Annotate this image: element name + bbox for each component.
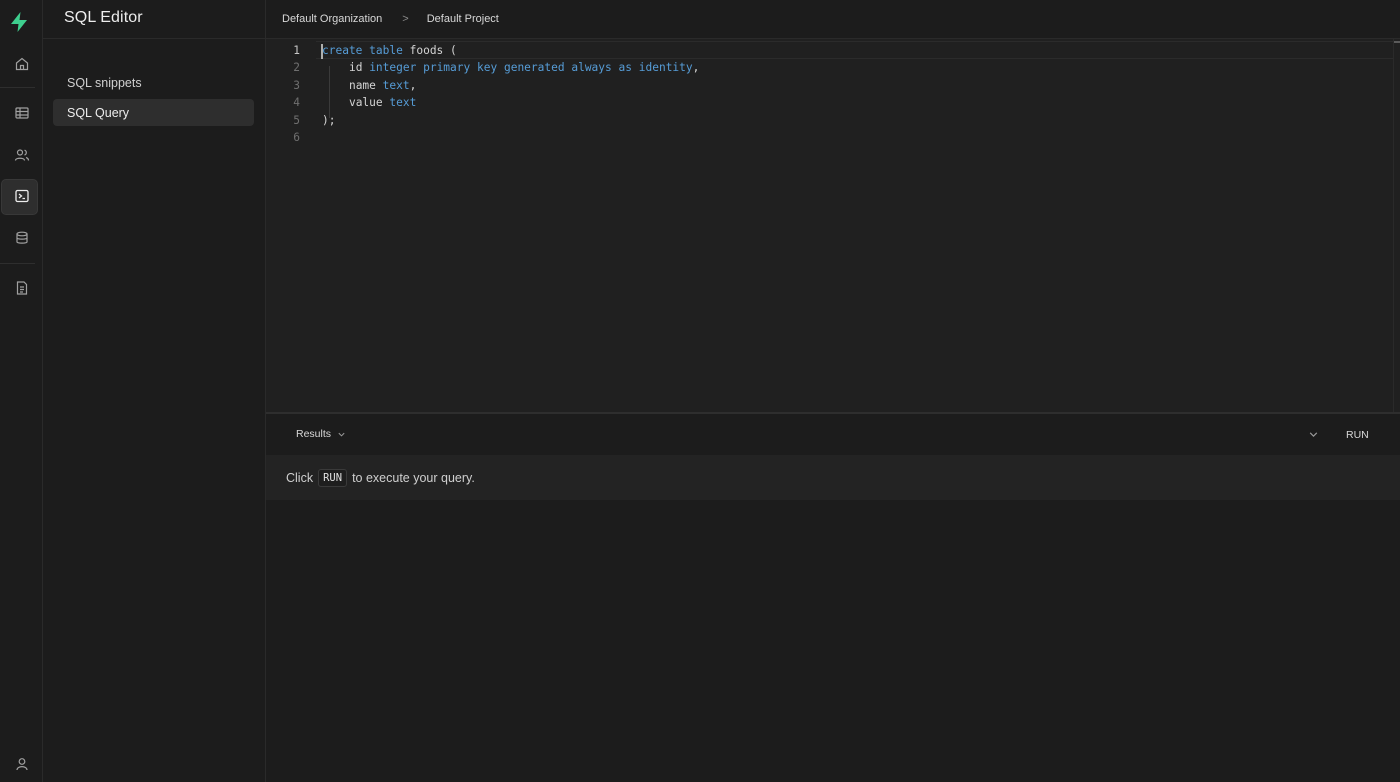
message-text-before: Click: [286, 471, 314, 485]
home-icon[interactable]: [0, 47, 43, 81]
sql-token: ,: [692, 61, 700, 75]
results-empty-message: Click RUN to execute your query.: [266, 456, 1400, 500]
results-tab-label: Results: [296, 428, 332, 440]
rail-divider: [0, 87, 35, 88]
run-button[interactable]: RUN: [1340, 426, 1375, 444]
app-window: SQL Editor SQL snippets SQL Query Defaul…: [0, 0, 1400, 782]
terminal-icon[interactable]: [0, 179, 43, 215]
sql-token: ): [322, 113, 329, 127]
breadcrumb-project[interactable]: Default Project: [427, 13, 499, 25]
sql-keyword: always: [571, 61, 612, 75]
sql-keyword: text: [389, 96, 417, 110]
breadcrumb-organization[interactable]: Default Organization: [282, 13, 382, 25]
message-text-after: to execute your query.: [352, 471, 475, 485]
sql-keyword: integer: [369, 61, 417, 75]
line-number: 6: [293, 131, 300, 144]
sql-keyword: primary: [423, 61, 471, 75]
sql-token: value: [348, 96, 383, 110]
line-number: 4: [293, 96, 300, 110]
sql-keyword: generated: [503, 61, 565, 75]
users-icon[interactable]: [0, 138, 43, 172]
current-line-highlight: [316, 41, 1394, 59]
chevron-down-icon[interactable]: [1308, 429, 1319, 440]
sql-keyword: as: [618, 61, 632, 75]
breadcrumb: Default Organization > Default Project: [266, 0, 1400, 39]
editor-scrollbar[interactable]: [1393, 39, 1400, 413]
sql-token: id: [348, 61, 363, 75]
chevron-down-icon: [338, 432, 345, 437]
sql-keyword: create: [322, 44, 363, 57]
sql-keyword: identity: [638, 61, 693, 75]
run-keyboard-hint: RUN: [318, 469, 348, 487]
code-line: value text: [322, 94, 416, 111]
sql-keyword: table: [369, 44, 403, 57]
code-line: id integer primary key generated always …: [322, 59, 699, 76]
sql-token: ;: [328, 113, 336, 127]
rail-divider: [0, 263, 35, 264]
sql-token: name: [348, 78, 376, 92]
code-line: create table foods (: [322, 42, 457, 59]
results-body: [266, 500, 1400, 782]
sql-keyword: key: [477, 61, 498, 75]
sidebar-title: SQL Editor: [64, 9, 143, 26]
code-line: name text,: [322, 77, 416, 94]
breadcrumb-separator: >: [402, 13, 409, 25]
document-icon[interactable]: [0, 271, 43, 305]
code-line: );: [322, 112, 336, 129]
database-icon[interactable]: [0, 221, 43, 255]
results-tab[interactable]: Results: [296, 428, 346, 440]
sql-code-editor[interactable]: 1 2 3 4 5 6 create table foods ( id inte…: [266, 39, 1400, 413]
sidebar: SQL Editor SQL snippets SQL Query: [43, 0, 266, 782]
sidebar-item-sql-snippets[interactable]: SQL snippets: [53, 69, 254, 96]
results-toolbar: Results RUN: [266, 414, 1400, 456]
account-icon[interactable]: [0, 747, 43, 781]
table-icon[interactable]: [0, 96, 43, 130]
text-cursor: [321, 44, 323, 59]
sql-keyword: text: [382, 78, 410, 92]
sql-token: foods: [409, 44, 444, 57]
sql-token: ,: [409, 78, 417, 92]
supabase-logo-icon[interactable]: [7, 10, 31, 34]
sidebar-item-sql-query[interactable]: SQL Query: [53, 99, 254, 126]
line-number: 5: [293, 113, 300, 127]
line-number: 2: [293, 61, 300, 75]
line-number: 1: [293, 44, 300, 57]
icon-rail: [0, 0, 43, 782]
line-number: 3: [293, 78, 300, 92]
sql-token: (: [450, 44, 457, 57]
